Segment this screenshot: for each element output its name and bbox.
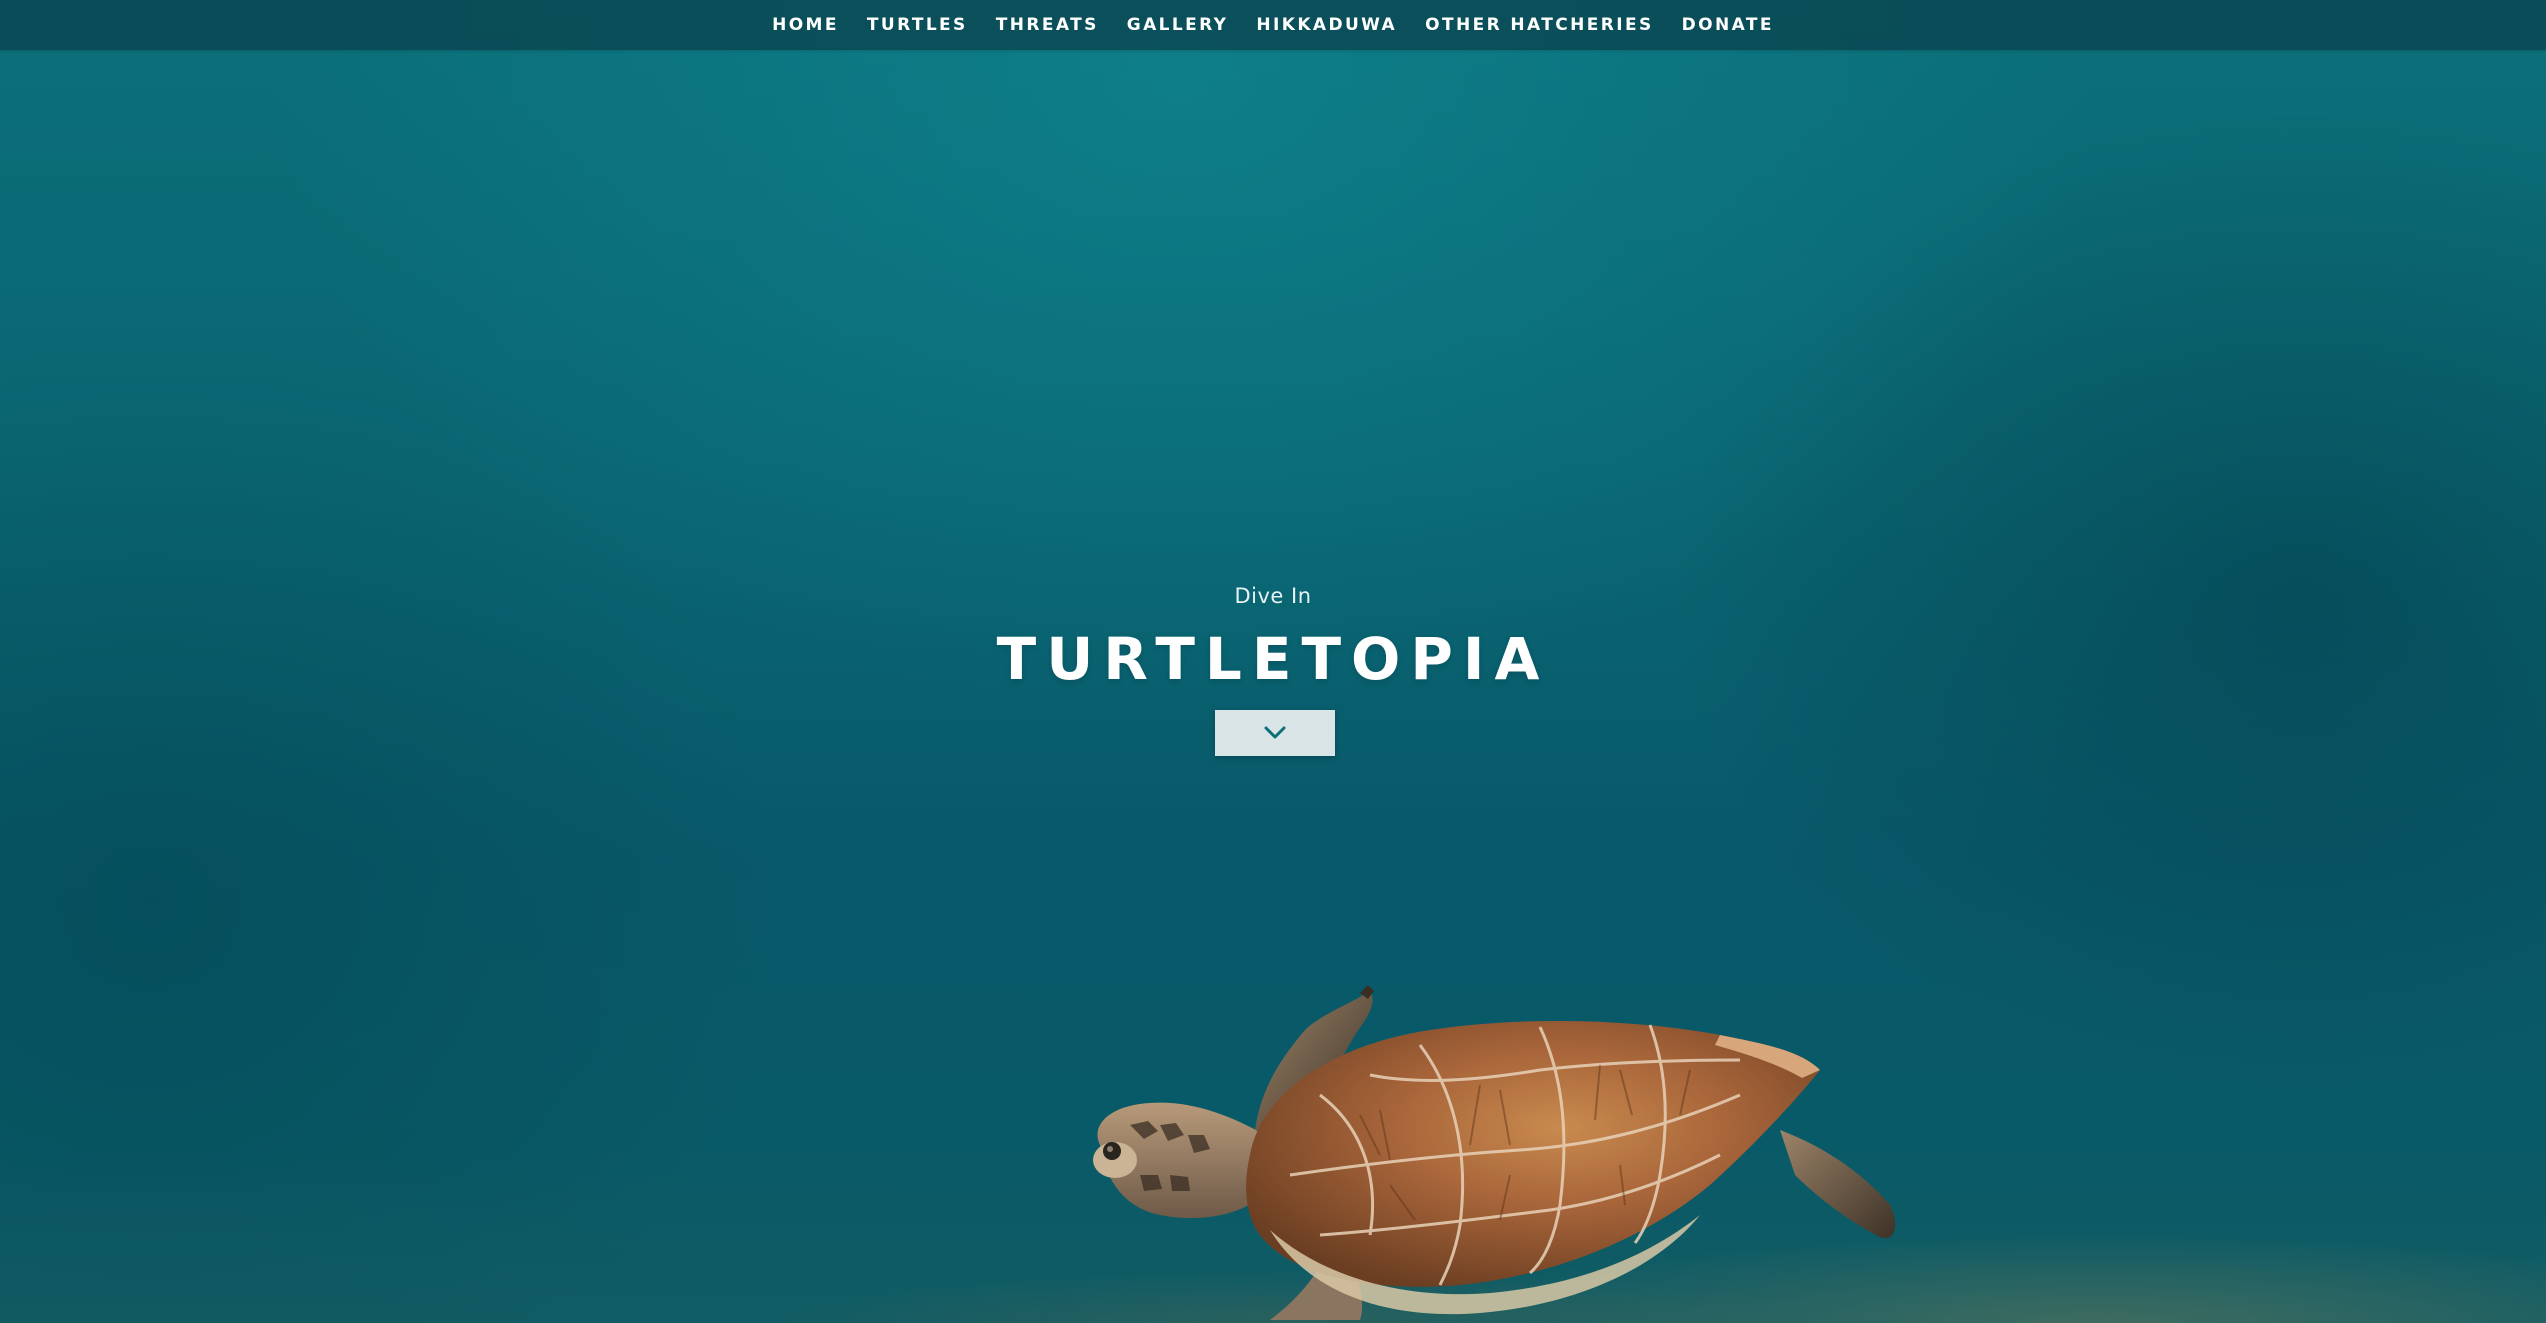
nav-item-hikkaduwa[interactable]: HIKKADUWA bbox=[1242, 15, 1411, 35]
chevron-down-icon bbox=[1264, 726, 1286, 739]
sea-turtle-image bbox=[1093, 985, 1896, 1320]
nav-item-turtles[interactable]: TURTLES bbox=[853, 15, 982, 35]
hero-content: Dive In TURTLETOPIA bbox=[0, 580, 2546, 759]
nav-item-other-hatcheries[interactable]: OTHER HATCHERIES bbox=[1411, 15, 1668, 35]
hero-section: HOME TURTLES THREATS GALLERY HIKKADUWA O… bbox=[0, 0, 2546, 1323]
nav-item-gallery[interactable]: GALLERY bbox=[1113, 15, 1243, 35]
top-navbar: HOME TURTLES THREATS GALLERY HIKKADUWA O… bbox=[0, 0, 2546, 50]
nav-item-threats[interactable]: THREATS bbox=[982, 15, 1113, 35]
hero-title: TURTLETOPIA bbox=[996, 625, 1550, 693]
hero-subtitle: Dive In bbox=[1234, 584, 1312, 608]
nav-menu: HOME TURTLES THREATS GALLERY HIKKADUWA O… bbox=[758, 15, 1788, 35]
nav-item-donate[interactable]: DONATE bbox=[1668, 15, 1788, 35]
scroll-down-button[interactable] bbox=[1215, 710, 1335, 756]
nav-item-home[interactable]: HOME bbox=[758, 15, 853, 35]
